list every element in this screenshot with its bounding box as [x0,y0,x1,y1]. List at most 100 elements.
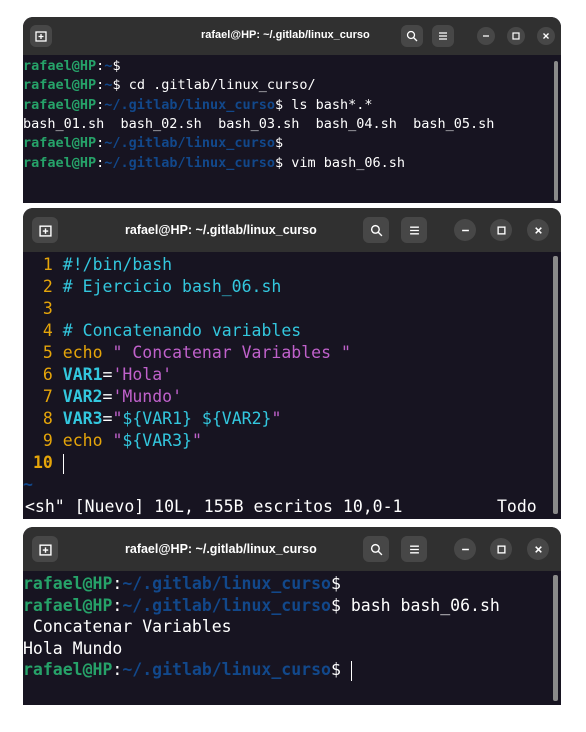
close-icon [534,226,542,234]
code-token: VAR3 [52,409,103,428]
output-line: Hola Mundo [23,638,122,660]
terminal-output[interactable]: rafael@HP:~$ rafael@HP:~$ cd .gitlab/linu… [23,57,561,203]
code-line: 4 # Concatenando variables [23,320,301,342]
code-line: 2 # Ejercicio bash_06.sh [23,276,281,298]
prompt-dollar: $ [274,135,284,152]
vim-editor[interactable]: 1 #!/bin/bash 2 # Ejercicio bash_06.sh 3… [23,254,561,519]
terminal-output[interactable]: rafael@HP:~/.gitlab/linux_curso$ rafael@H… [23,573,561,705]
command-text: bash bash_06.sh [340,595,500,615]
code-token: " [271,409,282,428]
minimize-icon [461,548,469,550]
output-line: bash_01.sh bash_02.sh bash_03.sh bash_04… [23,115,494,134]
search-button[interactable] [401,25,423,47]
title-bar: rafael@HP: ~/.gitlab/linux_curso [23,208,561,252]
terminal-window-2: rafael@HP: ~/.gitlab/linux_curso 1 #!/bi… [23,208,561,519]
title-bar: rafael@HP: ~/.gitlab/linux_curso [23,527,561,571]
code-line: 5 echo " Concatenar Variables " [23,342,351,364]
hamburger-menu-icon [439,32,447,40]
maximize-icon [496,225,506,235]
code-line: 10 [23,452,65,474]
new-tab-button[interactable] [32,217,58,243]
close-button[interactable] [527,538,549,560]
hamburger-menu-icon [409,226,419,234]
search-button[interactable] [363,217,389,243]
line-number: 4 [33,321,53,340]
code-token: # Ejercicio bash_06.sh [52,277,282,296]
maximize-icon [512,32,520,40]
code-token: # Concatenando variables [52,321,302,340]
prompt-user: rafael@HP [23,96,97,113]
scrollbar[interactable] [553,575,558,701]
title-bar: rafael@HP: ~/.gitlab/linux_curso [23,17,561,55]
close-icon [543,33,549,39]
window-title: rafael@HP: ~/.gitlab/linux_curso [201,29,370,41]
maximize-button[interactable] [507,27,525,45]
terminal-window-1: rafael@HP: ~/.gitlab/linux_curso rafael@… [23,17,561,203]
new-tab-button[interactable] [30,25,52,47]
search-button[interactable] [363,536,389,562]
menu-button[interactable] [401,217,427,243]
prompt-user: rafael@HP [23,154,97,171]
code-line: 7 VAR2='Mundo' [23,386,182,408]
menu-button[interactable] [432,25,454,47]
command-text: ls bash*.* [283,96,373,113]
prompt-line: rafael@HP:~/.gitlab/linux_curso$ vim bas… [23,154,405,173]
prompt-path: ~/.gitlab/linux_curso [104,96,275,113]
maximize-button[interactable] [490,538,512,560]
scrollbar[interactable] [553,256,558,514]
code-token: " [191,431,202,450]
prompt-dollar: $ [330,660,341,679]
code-token: = [102,409,113,428]
prompt-line: rafael@HP:~/.gitlab/linux_curso$ bash ba… [23,595,500,617]
maximize-button[interactable] [490,219,512,241]
code-token: ${VAR2} [201,409,272,428]
code-token: echo [52,343,103,362]
output-text: bash_01.sh bash_02.sh bash_03.sh bash_04… [23,115,495,132]
code-token: = [102,387,113,406]
code-token: #!/bin/bash [52,255,173,274]
close-icon [534,545,542,553]
prompt-line: rafael@HP:~$ [23,57,121,76]
prompt-dollar: $ [330,595,341,615]
code-line: 9 echo "${VAR3}" [23,430,202,452]
code-token: " [102,431,123,450]
prompt-path: ~/.gitlab/linux_curso [122,660,331,679]
code-line: 6 VAR1='Hola' [23,364,172,386]
code-token: 'Hola' [112,365,173,384]
maximize-icon [496,544,506,554]
empty-line-tilde: ~ [23,475,33,494]
prompt-user: rafael@HP [23,135,97,152]
line-number: 8 [33,409,53,428]
line-number: 9 [33,431,53,450]
minimize-button[interactable] [454,219,476,241]
code-token: Concatenar Variables [122,343,341,362]
text-cursor [350,660,353,681]
prompt-path: ~/.gitlab/linux_curso [122,595,331,615]
prompt-user: rafael@HP [23,77,97,94]
new-tab-button[interactable] [32,536,58,562]
prompt-user: rafael@HP [23,58,97,74]
code-token: " [112,409,123,428]
menu-button[interactable] [401,536,427,562]
code-token: ${VAR3} [122,431,192,450]
minimize-button[interactable] [477,27,495,45]
prompt-line: rafael@HP:~/.gitlab/linux_curso$ [23,659,353,681]
minimize-icon [461,229,469,231]
close-button[interactable] [527,219,549,241]
prompt-dollar: $ [112,58,121,74]
prompt-path: ~/.gitlab/linux_curso [122,574,331,593]
minimize-button[interactable] [454,538,476,560]
output-text: Hola Mundo [23,638,123,658]
line-number: 2 [33,277,53,296]
code-token: VAR2 [52,387,103,406]
line-number: 10 [33,453,53,472]
search-icon [406,30,418,42]
code-token: VAR1 [52,365,103,384]
line-number: 6 [33,365,53,384]
close-button[interactable] [537,27,555,45]
scrollbar[interactable] [554,61,558,201]
status-line-position: Todo [497,497,537,516]
prompt-dollar: $ [330,574,341,593]
new-tab-icon [35,31,47,42]
